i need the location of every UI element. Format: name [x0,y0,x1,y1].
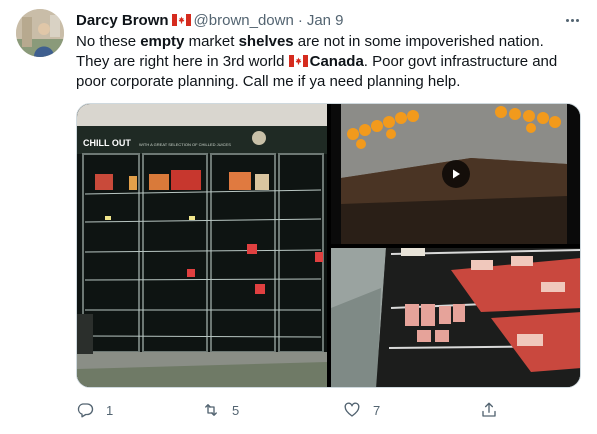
avatar[interactable] [16,9,64,57]
retweet-button[interactable]: 5 [202,398,239,422]
heart-icon [344,402,360,417]
reply-icon [77,403,94,418]
play-button[interactable] [442,160,470,188]
fridge-photo: CHILL OUT WITH A GREAT SELECTION OF CHIL… [77,104,327,387]
user-handle[interactable]: @brown_down [194,12,294,29]
retweet-icon [205,404,217,416]
tweet-card[interactable]: Darcy Brown @brown_down · Jan 9 No these… [0,0,597,434]
display-name[interactable]: Darcy Brown [76,12,169,29]
video-thumbnail[interactable] [331,104,580,244]
tweet-text: No these empty market shelves are not in… [76,32,581,92]
tweet-date[interactable]: Jan 9 [307,12,344,29]
reply-button[interactable]: 1 [76,398,113,422]
text-segment: market [184,33,239,50]
meat-photo [331,248,580,387]
reply-count: 1 [106,402,114,418]
tweet-actions: 1 5 7 [76,398,581,422]
text-bold-empty: empty [140,33,185,50]
media-grid: CHILL OUT WITH A GREAT SELECTION OF CHIL… [76,103,581,388]
share-icon [482,402,496,417]
photo-meat-shelves[interactable] [331,248,580,387]
canada-flag-icon [171,14,191,26]
tweet-header: Darcy Brown @brown_down · Jan 9 [76,10,344,30]
text-bold-canada: Canada [309,53,364,70]
text-segment: No these [76,33,141,50]
fridge-sign-text: CHILL OUT [83,138,131,148]
canada-flag-icon [288,55,308,67]
fridge-subsign-text: WITH A GREAT SELECTION OF CHILLED JUICES [139,142,231,147]
avatar-photo [16,9,64,57]
play-icon [453,169,460,179]
like-count: 7 [373,402,381,418]
share-button[interactable] [480,398,498,422]
more-options-icon[interactable] [562,12,582,28]
like-button[interactable]: 7 [343,398,380,422]
text-bold-shelves: shelves [238,33,294,50]
retweet-count: 5 [232,402,240,418]
photo-empty-fridges[interactable]: CHILL OUT WITH A GREAT SELECTION OF CHIL… [77,104,327,387]
separator-dot: · [297,11,303,29]
